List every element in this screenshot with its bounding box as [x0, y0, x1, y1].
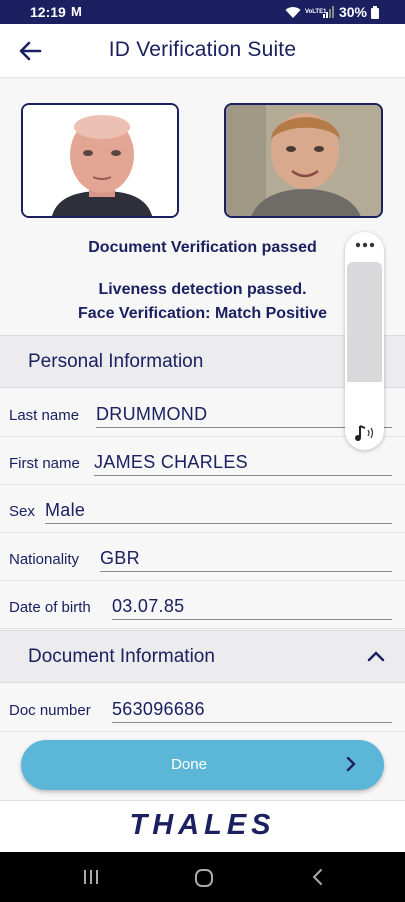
- field-label: Last name: [9, 407, 80, 424]
- gmail-icon: M: [71, 4, 82, 19]
- section-title: Personal Information: [28, 351, 204, 372]
- nationality-value[interactable]: GBR: [100, 548, 140, 569]
- brand-footer: THALES: [0, 800, 405, 853]
- date-of-birth-field: Date of birth 03.07.85: [0, 581, 405, 629]
- wifi-icon: [285, 6, 301, 18]
- app-bar: ID Verification Suite: [0, 24, 405, 78]
- doc-number-value[interactable]: 563096686: [112, 699, 205, 720]
- first-name-value[interactable]: JAMES CHARLES: [94, 452, 248, 473]
- back-nav-icon[interactable]: [310, 868, 324, 886]
- field-label: First name: [9, 455, 80, 472]
- field-label: Nationality: [9, 551, 80, 568]
- field-underline: [45, 523, 392, 524]
- status-time: 12:19: [30, 4, 66, 20]
- field-underline: [100, 571, 392, 572]
- date-of-birth-value[interactable]: 03.07.85: [112, 596, 184, 617]
- last-name-value[interactable]: DRUMMOND: [96, 404, 207, 425]
- page-title: ID Verification Suite: [108, 38, 297, 61]
- volume-panel[interactable]: [345, 232, 384, 450]
- battery-percent: 30%: [338, 4, 367, 20]
- music-note-icon[interactable]: [354, 424, 376, 442]
- field-label: Sex: [9, 503, 35, 520]
- battery-icon: [371, 5, 379, 19]
- thales-logo: THALES: [129, 809, 276, 841]
- system-navigation-bar: [0, 852, 405, 902]
- signal-icon: [322, 6, 334, 18]
- network-label: VoLTE1: [304, 9, 327, 15]
- nationality-field: Nationality GBR: [0, 533, 405, 581]
- document-information-header[interactable]: Document Information: [0, 630, 405, 683]
- document-face-image: [23, 105, 177, 216]
- status-icons: VoLTE1 30%: [285, 4, 379, 20]
- selfie-face-image: [226, 105, 381, 216]
- section-title: Document Information: [28, 646, 215, 667]
- field-underline: [112, 722, 392, 723]
- field-label: Date of birth: [9, 599, 91, 616]
- status-bar: 12:19 M VoLTE1 30%: [0, 0, 405, 24]
- more-options-icon[interactable]: [355, 242, 375, 248]
- liveness-photo: [224, 103, 383, 218]
- field-label: Doc number: [9, 702, 91, 719]
- doc-number-field: Doc number 563096686: [0, 684, 405, 732]
- volume-slider[interactable]: [347, 262, 382, 382]
- done-button-label: Done: [171, 756, 207, 773]
- sex-value[interactable]: Male: [45, 500, 85, 521]
- recent-apps-icon[interactable]: [82, 868, 100, 886]
- first-name-field: First name JAMES CHARLES: [0, 437, 405, 485]
- field-underline: [94, 475, 392, 476]
- chevron-right-icon: [346, 756, 356, 772]
- done-button[interactable]: Done: [21, 740, 384, 790]
- sex-field: Sex Male: [0, 485, 405, 533]
- document-photo: [21, 103, 179, 218]
- chevron-up-icon[interactable]: [367, 650, 385, 662]
- home-icon[interactable]: [194, 868, 214, 888]
- field-underline: [112, 619, 392, 620]
